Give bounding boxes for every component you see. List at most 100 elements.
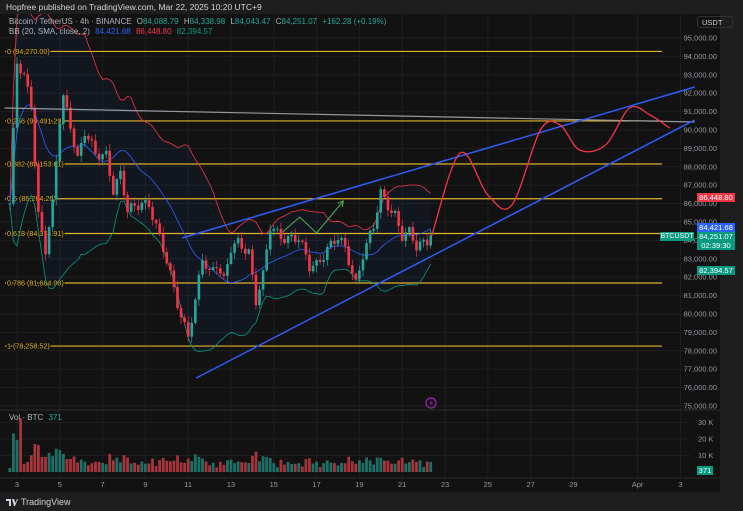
candle-body [347,246,350,266]
time-label: 23 [441,480,449,489]
volume-bar [347,456,351,472]
volume-bar [72,456,76,472]
time-label: 19 [355,480,363,489]
volume-bar [37,445,40,472]
volume-bar [161,457,165,472]
volume-bar [318,467,322,472]
price-label: 88,000.00 [684,162,717,171]
candle-body [318,260,322,262]
price-label: 83,000.00 [684,254,717,263]
volume-bar [418,460,422,472]
volume-bar [208,465,211,472]
volume-bar [265,456,269,472]
volume-bar [300,466,304,472]
volume-bar [26,461,30,472]
candle-body [169,263,172,271]
bb-lower-value: 82,394.57 [176,27,213,36]
tradingview-logo[interactable]: TradingView [6,497,71,507]
volume-bar [94,461,97,472]
price-label: 94,000.00 [684,52,717,61]
candle-body [308,254,311,272]
volume-bar [393,463,397,472]
candle-body [37,163,40,212]
volume-bar [183,462,187,472]
candle-body [104,150,108,155]
candle-body [293,234,297,242]
candle-body [404,232,408,241]
fib-level-label: 0.618 (84,374.91) [7,229,64,238]
time-label: 3 [678,480,682,489]
candle-body [268,231,272,250]
volume-bar [158,459,162,472]
volume-bar [40,456,44,472]
volume-bar [119,462,122,472]
candle-body [19,63,22,74]
symbol-legend[interactable]: Bitcoin / TetherUS · 4h · BINANCE O84,08… [9,17,389,26]
time-label: 11 [184,480,192,489]
candle-body [8,203,12,205]
candle-body [254,274,258,306]
candle-body [176,286,179,309]
candle-body [97,153,101,160]
volume-bar [204,461,208,472]
candle-body [186,321,190,337]
tradingview-logo-icon [6,498,18,506]
candle-body [115,179,119,195]
price-label: 80,000.00 [684,310,717,319]
candle-body [408,227,411,233]
candle-body [372,228,375,231]
candle-body [286,236,290,243]
volume-bar [261,456,265,472]
candle-body [144,200,147,203]
candle-body [108,150,112,176]
volume-bar [350,461,354,472]
candle-body [122,170,126,196]
footer-bar: TradingView [0,492,743,511]
volume-bar [61,453,65,472]
candle-body [393,211,397,213]
volume-bar [358,460,361,472]
volume-bar [333,463,336,472]
candle-body [233,243,236,253]
time-label: 15 [270,480,278,489]
candle-body [283,238,286,243]
chart-canvas[interactable]: 0 (94,270.00)0.236 (90,491.29)0.382 (88,… [0,14,743,492]
candle-body [54,161,58,200]
volume-bar [258,461,261,472]
candle-body [79,142,83,156]
candle-body [336,240,340,244]
volume-bar [222,464,226,472]
candle-body [94,140,97,154]
candle-body [140,202,144,211]
candle-body [183,317,186,322]
bb-legend[interactable]: BB (20, SMA, close, 2) 84,421.68 86,448.… [9,27,215,36]
volume-bar [343,463,347,472]
candle-body [354,273,358,280]
candle-body [379,189,383,213]
volume-bar [329,462,333,472]
symbol-tag: BTCUSDT [660,232,694,241]
candle-body [219,268,222,274]
candle-body [236,238,240,244]
bb-upper-badge: 86,448.80 [697,193,735,202]
volume-bar [197,456,201,472]
candle-body [179,308,183,318]
candle-body [411,227,415,241]
time-label: 7 [101,480,105,489]
currency-button[interactable]: USDT [697,16,733,28]
volume-bar [411,459,415,472]
volume-bar [400,457,404,472]
candle-body [329,240,333,247]
candle-body [383,189,386,197]
volume-axis-label: 20 K [698,435,713,444]
candle-body [151,206,154,220]
volume-bar [8,467,12,472]
volume-bar [308,458,311,472]
candle-body [247,249,251,254]
volume-axis-label: 30 K [698,418,713,427]
volume-bar [275,467,279,472]
open-value: 84,088.79 [143,17,179,26]
volume-bar [425,461,429,472]
volume-legend[interactable]: Vol · BTC 371 [9,413,65,422]
candle-body [76,146,79,156]
